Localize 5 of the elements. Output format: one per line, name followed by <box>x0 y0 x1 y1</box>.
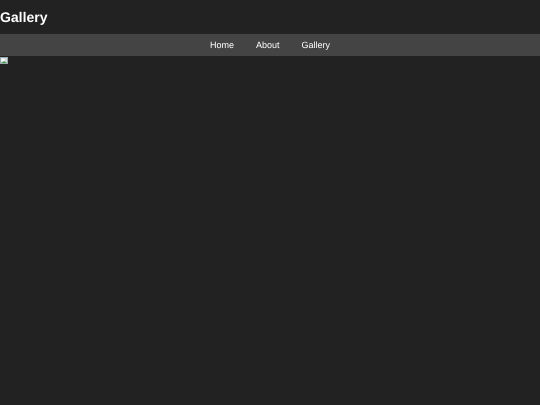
nav-link[interactable]: Home <box>210 40 234 50</box>
page-title: Gallery <box>0 9 48 25</box>
nav-link[interactable]: Gallery <box>302 40 330 50</box>
nav-link[interactable]: About <box>256 40 280 50</box>
broken-image-icon <box>0 57 8 64</box>
